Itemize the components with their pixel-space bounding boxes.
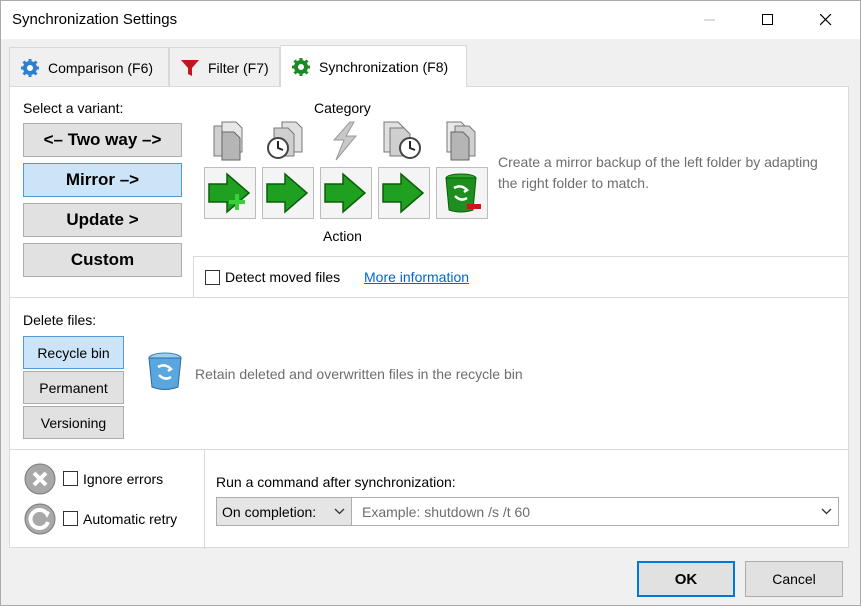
create-right-icon — [208, 172, 251, 214]
action-overwrite-different-button[interactable] — [320, 167, 372, 219]
close-icon — [820, 14, 832, 26]
file-left-newer-icon — [263, 119, 309, 163]
overwrite-right-icon — [324, 172, 367, 214]
tab-synchronization[interactable]: Synchronization (F8) — [280, 45, 467, 87]
delete-files-label: Delete files: — [23, 312, 97, 328]
command-placeholder: Example: shutdown /s /t 60 — [362, 503, 531, 520]
detect-moved-checkbox[interactable] — [205, 270, 220, 285]
tab-filter-label: Filter (F7) — [208, 59, 269, 76]
file-left-only-icon — [207, 119, 253, 163]
chevron-down-icon[interactable] — [821, 506, 832, 517]
gear-icon — [21, 58, 39, 77]
automatic-retry-checkbox[interactable] — [63, 511, 78, 526]
recycle-bin-button[interactable]: Recycle bin — [23, 336, 124, 369]
tab-comparison[interactable]: Comparison (F6) — [9, 47, 169, 87]
ok-button[interactable]: OK — [637, 561, 735, 597]
window-title: Synchronization Settings — [12, 11, 178, 28]
mirror-button[interactable]: Mirror –> — [23, 163, 182, 197]
divider — [10, 297, 848, 298]
sync-gear-icon — [292, 57, 310, 76]
command-trigger-value: On completion: — [222, 503, 317, 520]
maximize-icon — [762, 14, 773, 25]
command-trigger-select[interactable]: On completion: — [216, 497, 352, 526]
error-icon — [23, 462, 57, 499]
close-button[interactable] — [797, 1, 855, 39]
retry-icon — [23, 502, 57, 539]
more-information-link[interactable]: More information — [364, 269, 469, 285]
cancel-button[interactable]: Cancel — [745, 561, 843, 597]
tab-synchronization-label: Synchronization (F8) — [319, 58, 449, 75]
divider — [10, 449, 848, 450]
file-right-only-icon — [438, 119, 484, 163]
variant-label: Select a variant: — [23, 100, 124, 116]
divider — [204, 449, 205, 549]
delete-files-description: Retain deleted and overwritten files in … — [195, 366, 523, 382]
custom-button[interactable]: Custom — [23, 243, 182, 277]
overwrite-right-icon — [266, 172, 309, 214]
title-bar: Synchronization Settings — [1, 1, 860, 39]
category-label: Category — [314, 100, 371, 116]
versioning-button[interactable]: Versioning — [23, 406, 124, 439]
run-command-label: Run a command after synchronization: — [216, 474, 456, 490]
two-way-button[interactable]: <– Two way –> — [23, 123, 182, 157]
tab-comparison-label: Comparison (F6) — [48, 59, 154, 76]
minimize-button[interactable] — [681, 1, 739, 39]
maximize-button[interactable] — [739, 1, 797, 39]
tab-filter[interactable]: Filter (F7) — [169, 47, 280, 87]
action-overwrite-newer-button[interactable] — [262, 167, 314, 219]
detect-moved-label: Detect moved files — [225, 269, 341, 285]
dialog-window: Synchronization Settings Comparison (F6)… — [0, 0, 861, 606]
divider — [193, 256, 194, 297]
action-label: Action — [323, 228, 362, 244]
variant-description: Create a mirror backup of the left folde… — [498, 154, 818, 191]
recycle-bin-icon — [146, 351, 184, 396]
update-button[interactable]: Update > — [23, 203, 182, 237]
ignore-errors-label: Ignore errors — [83, 471, 164, 487]
file-right-newer-icon — [379, 119, 425, 163]
file-different-icon — [321, 119, 367, 163]
action-overwrite-right-newer-button[interactable] — [378, 167, 430, 219]
divider — [193, 256, 849, 257]
ignore-errors-checkbox[interactable] — [63, 471, 78, 486]
minimize-icon — [704, 19, 715, 21]
overwrite-right-icon — [382, 172, 425, 214]
command-input[interactable]: Example: shutdown /s /t 60 — [351, 497, 839, 526]
chevron-down-icon — [334, 508, 345, 515]
delete-right-icon — [445, 173, 481, 213]
synchronization-panel: Select a variant: <– Two way –> Mirror –… — [9, 86, 849, 549]
funnel-icon — [181, 59, 199, 76]
action-create-right-button[interactable] — [204, 167, 256, 219]
permanent-button[interactable]: Permanent — [23, 371, 124, 404]
automatic-retry-label: Automatic retry — [83, 511, 178, 527]
action-delete-right-button[interactable] — [436, 167, 488, 219]
